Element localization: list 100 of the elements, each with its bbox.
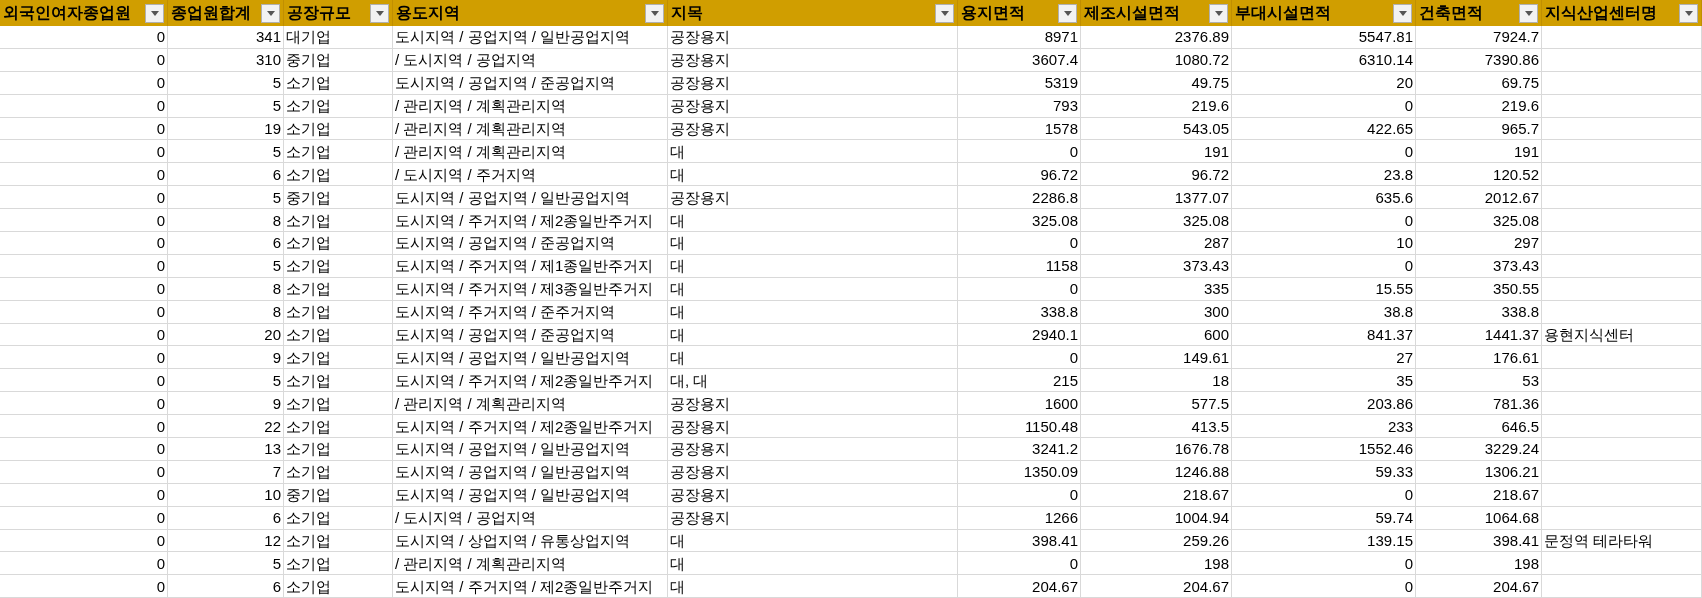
table-cell: 781.36 [1493, 395, 1539, 411]
table-cell: 대 [670, 533, 685, 549]
table-cell: 도시지역 / 공업지역 / 일반공업지역 [395, 464, 630, 480]
table-cell: 0 [1404, 258, 1413, 274]
table-cell: 338.8 [1040, 304, 1078, 320]
filter-dropdown-button[interactable] [1058, 3, 1077, 23]
table-cell: 0 [156, 533, 165, 549]
table-cell: 0 [156, 121, 165, 136]
table-cell: 0 [156, 349, 165, 365]
table-cell: / 관리지역 / 계획관리지역 [395, 121, 566, 136]
table-cell: 0 [1069, 555, 1078, 571]
table-cell: 중기업 [286, 52, 331, 68]
table-cell: 2940.1 [1032, 327, 1078, 342]
table-cell: 1552.46 [1358, 441, 1413, 457]
table-cell: 6310.14 [1358, 52, 1413, 68]
table-cell: 도시지역 / 주거지역 / 제3종일반주거지 [395, 281, 654, 297]
table-cell: 0 [1404, 98, 1413, 114]
filter-dropdown-button[interactable] [145, 3, 164, 23]
table-cell: 325.08 [1493, 212, 1539, 228]
table-cell: 5 [272, 555, 281, 571]
table-cell: 공장용지 [670, 418, 730, 434]
table-cell: / 관리지역 / 계획관리지역 [395, 143, 566, 159]
table-cell: 0 [1069, 281, 1078, 297]
table-cell: 5 [272, 372, 281, 388]
column-header: 건축면적 [1419, 3, 1483, 23]
table-cell: 0 [156, 281, 165, 297]
table-cell: 422.65 [1367, 121, 1413, 136]
table-cell: 191 [1513, 143, 1539, 159]
table-cell: 176.61 [1493, 349, 1539, 365]
table-cell: 도시지역 / 주거지역 / 제2종일반주거지 [395, 418, 654, 434]
table-cell: 공장용지 [670, 75, 730, 91]
table-cell: 5 [272, 258, 281, 274]
table-cell: 공장용지 [670, 98, 730, 114]
column-header: 공장규모 [287, 3, 351, 23]
table-cell: 도시지역 / 주거지역 / 제2종일반주거지 [395, 212, 654, 228]
table-cell: 12 [264, 533, 281, 549]
table-cell: 대 [670, 212, 685, 228]
column-header: 지식산업센터명 [1545, 3, 1657, 23]
table-cell: 도시지역 / 주거지역 / 준주거지역 [395, 304, 615, 320]
table-cell: 1600 [1044, 395, 1078, 411]
table-cell: 소기업 [286, 372, 331, 388]
table-cell: 소기업 [286, 418, 331, 434]
table-cell: / 관리지역 / 계획관리지역 [395, 555, 566, 571]
table-cell: 300 [1203, 304, 1229, 320]
table-cell: 대 [670, 166, 685, 182]
table-cell: 1246.88 [1174, 464, 1229, 480]
table-cell: 0 [156, 304, 165, 320]
table-cell: 도시지역 / 상업지역 / 유통상업지역 [395, 533, 630, 549]
column-header: 외국인여자종업원 [3, 3, 131, 23]
table-cell: 공장용지 [670, 121, 730, 136]
table-cell: 0 [156, 52, 165, 68]
table-cell: 0 [1404, 212, 1413, 228]
table-cell: 577.5 [1191, 395, 1229, 411]
table-cell: 대 [670, 304, 685, 320]
filter-dropdown-button[interactable] [1519, 3, 1538, 23]
caret-icon [650, 10, 659, 16]
filter-dropdown-button[interactable] [370, 3, 389, 23]
table-cell: 0 [156, 578, 165, 594]
table-cell: 191 [1203, 143, 1229, 159]
table-cell: 도시지역 / 주거지역 / 제2종일반주거지 [395, 578, 654, 594]
table-cell: 1158 [1045, 258, 1078, 274]
table-cell: 59.74 [1375, 510, 1413, 526]
table-cell: 218.67 [1493, 487, 1539, 503]
table-cell: 259.26 [1183, 533, 1229, 549]
table-cell: 793 [1052, 98, 1078, 114]
filter-dropdown-button[interactable] [935, 3, 954, 23]
table-cell: 공장용지 [670, 487, 730, 503]
table-cell: 6 [272, 235, 281, 251]
table-cell: 965.7 [1501, 121, 1539, 136]
table-cell: 소기업 [286, 510, 331, 526]
table-cell: 5 [272, 189, 281, 205]
table-cell: 공장용지 [670, 52, 730, 68]
table-cell: 0 [156, 487, 165, 503]
filter-dropdown-button[interactable] [1679, 3, 1698, 23]
table-cell: 도시지역 / 공업지역 / 일반공업지역 [395, 29, 630, 45]
table-cell: 204.67 [1493, 578, 1539, 594]
filter-dropdown-button[interactable] [1393, 3, 1412, 23]
filter-dropdown-button[interactable] [645, 3, 664, 23]
table-cell: 0 [1069, 487, 1078, 503]
table-cell: 10 [264, 487, 281, 503]
table-cell: 0 [1404, 555, 1413, 571]
caret-icon [150, 10, 159, 16]
filter-dropdown-button[interactable] [1209, 3, 1228, 23]
table-cell: 139.15 [1367, 533, 1413, 549]
table-cell: 소기업 [286, 281, 331, 297]
column-header: 용도지역 [396, 3, 460, 23]
table-cell: 대 [670, 578, 685, 594]
table-cell: 소기업 [286, 555, 331, 571]
table-cell: 398.41 [1493, 533, 1539, 549]
table-cell: 398.41 [1032, 533, 1078, 549]
table-cell: 0 [156, 441, 165, 457]
table-cell: 소기업 [286, 464, 331, 480]
table-cell: 8971 [1044, 29, 1078, 45]
table-cell: 도시지역 / 공업지역 / 일반공업지역 [395, 441, 630, 457]
table-cell: 310 [255, 52, 281, 68]
table-cell: 도시지역 / 공업지역 / 준공업지역 [395, 75, 615, 91]
table-cell: 소기업 [286, 143, 331, 159]
filter-dropdown-button[interactable] [261, 3, 280, 23]
table-cell: 0 [156, 258, 165, 274]
column-header: 제조시설면적 [1084, 3, 1180, 23]
